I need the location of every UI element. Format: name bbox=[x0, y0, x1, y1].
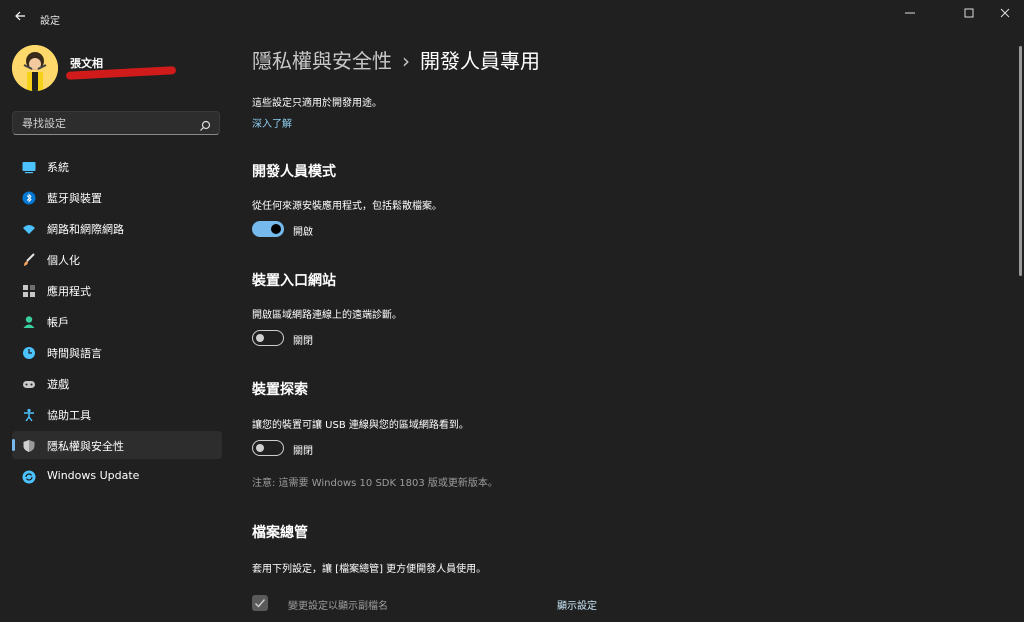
breadcrumb-parent[interactable]: 隱私權與安全性 bbox=[252, 49, 392, 73]
checkmark-icon bbox=[255, 599, 266, 608]
sidebar-nav: 系統 藍牙與裝置 網路和網際網路 個人化 應用程式 帳戶 時間與語言 遊戲 協助… bbox=[12, 152, 222, 493]
sidebar-item-accessibility[interactable]: 協助工具 bbox=[12, 400, 222, 428]
show-settings-link[interactable]: 顯示設定 bbox=[557, 597, 597, 612]
sidebar-item-time-language[interactable]: 時間與語言 bbox=[12, 338, 222, 366]
sidebar-item-label: 網路和網際網路 bbox=[47, 223, 124, 236]
sidebar-item-accounts[interactable]: 帳戶 bbox=[12, 307, 222, 335]
gaming-icon bbox=[22, 376, 36, 390]
device-discovery-toggle[interactable] bbox=[252, 440, 284, 456]
developer-mode-toggle[interactable] bbox=[252, 221, 284, 237]
avatar[interactable] bbox=[12, 45, 58, 91]
page-title: 開發人員專用 bbox=[420, 49, 540, 73]
search-input[interactable] bbox=[22, 115, 192, 131]
back-arrow-icon[interactable] bbox=[10, 8, 30, 28]
breadcrumb: 隱私權與安全性 › 開發人員專用 bbox=[252, 45, 540, 74]
wifi-icon bbox=[22, 221, 36, 235]
sidebar-item-network[interactable]: 網路和網際網路 bbox=[12, 214, 222, 242]
search-icon[interactable] bbox=[199, 117, 211, 131]
user-name: 張文相 bbox=[70, 57, 103, 70]
sidebar-item-gaming[interactable]: 遊戲 bbox=[12, 369, 222, 397]
sidebar-item-label: 帳戶 bbox=[47, 316, 69, 329]
show-extensions-label: 變更設定以顯示副檔名 bbox=[288, 601, 388, 612]
toggle-knob bbox=[256, 334, 264, 342]
accessibility-icon bbox=[22, 407, 36, 422]
account-icon bbox=[22, 314, 36, 328]
file-explorer-desc: 套用下列設定，讓 [檔案總管] 更方便開發人員使用。 bbox=[252, 564, 487, 575]
developer-mode-title: 開發人員模式 bbox=[252, 164, 336, 180]
minimize-icon[interactable] bbox=[887, 0, 933, 26]
scrollbar-thumb[interactable] bbox=[1019, 46, 1022, 276]
device-discovery-state: 關閉 bbox=[293, 446, 313, 457]
sidebar-item-label: Windows Update bbox=[47, 469, 140, 482]
sidebar-item-label: 藍牙與裝置 bbox=[47, 192, 102, 205]
device-portal-title: 裝置入口網站 bbox=[252, 273, 336, 289]
windows-update-icon bbox=[22, 469, 36, 484]
apps-icon bbox=[22, 283, 36, 297]
sidebar-item-windows-update[interactable]: Windows Update bbox=[12, 462, 222, 490]
toggle-knob bbox=[271, 224, 281, 234]
sidebar-item-privacy-security[interactable]: 隱私權與安全性 bbox=[12, 431, 222, 459]
device-portal-state: 關閉 bbox=[293, 336, 313, 347]
time-language-icon bbox=[22, 345, 36, 359]
device-discovery-desc: 讓您的裝置可讓 USB 連線與您的區域網路看到。 bbox=[252, 420, 469, 431]
sidebar-item-label: 遊戲 bbox=[47, 378, 69, 391]
shield-icon bbox=[22, 438, 36, 452]
show-extensions-checkbox[interactable] bbox=[252, 595, 268, 611]
close-icon[interactable] bbox=[982, 0, 1024, 26]
sidebar-item-bluetooth[interactable]: 藍牙與裝置 bbox=[12, 183, 222, 211]
title-bar: 設定 bbox=[0, 0, 1024, 36]
device-portal-toggle[interactable] bbox=[252, 330, 284, 346]
breadcrumb-separator: › bbox=[402, 49, 410, 73]
brush-icon bbox=[22, 252, 36, 266]
bluetooth-icon bbox=[22, 190, 36, 205]
learn-more-link[interactable]: 深入了解 bbox=[252, 115, 292, 130]
toggle-knob bbox=[256, 444, 264, 452]
sdk-note: 注意: 這需要 Windows 10 SDK 1803 版或更新版本。 bbox=[252, 478, 498, 489]
developer-mode-state: 開啟 bbox=[293, 227, 313, 238]
search-box[interactable] bbox=[12, 111, 220, 135]
device-portal-desc: 開啟區域網路連線上的遠端診斷。 bbox=[252, 310, 402, 321]
sidebar-item-label: 系統 bbox=[47, 161, 69, 174]
device-discovery-title: 裝置探索 bbox=[252, 382, 308, 398]
sidebar-item-label: 隱私權與安全性 bbox=[47, 440, 124, 453]
system-icon bbox=[22, 159, 36, 174]
sidebar-item-personalization[interactable]: 個人化 bbox=[12, 245, 222, 273]
file-explorer-title: 檔案總管 bbox=[252, 525, 308, 541]
sidebar-item-label: 應用程式 bbox=[47, 285, 91, 298]
sidebar-item-apps[interactable]: 應用程式 bbox=[12, 276, 222, 304]
intro-text: 這些設定只適用於開發用途。 bbox=[252, 98, 382, 109]
sidebar-item-label: 個人化 bbox=[47, 254, 80, 267]
sidebar-item-system[interactable]: 系統 bbox=[12, 152, 222, 180]
developer-mode-desc: 從任何來源安裝應用程式，包括鬆散檔案。 bbox=[252, 201, 442, 212]
sidebar-item-label: 時間與語言 bbox=[47, 347, 102, 360]
sidebar-item-label: 協助工具 bbox=[47, 409, 91, 422]
app-title: 設定 bbox=[40, 16, 60, 27]
